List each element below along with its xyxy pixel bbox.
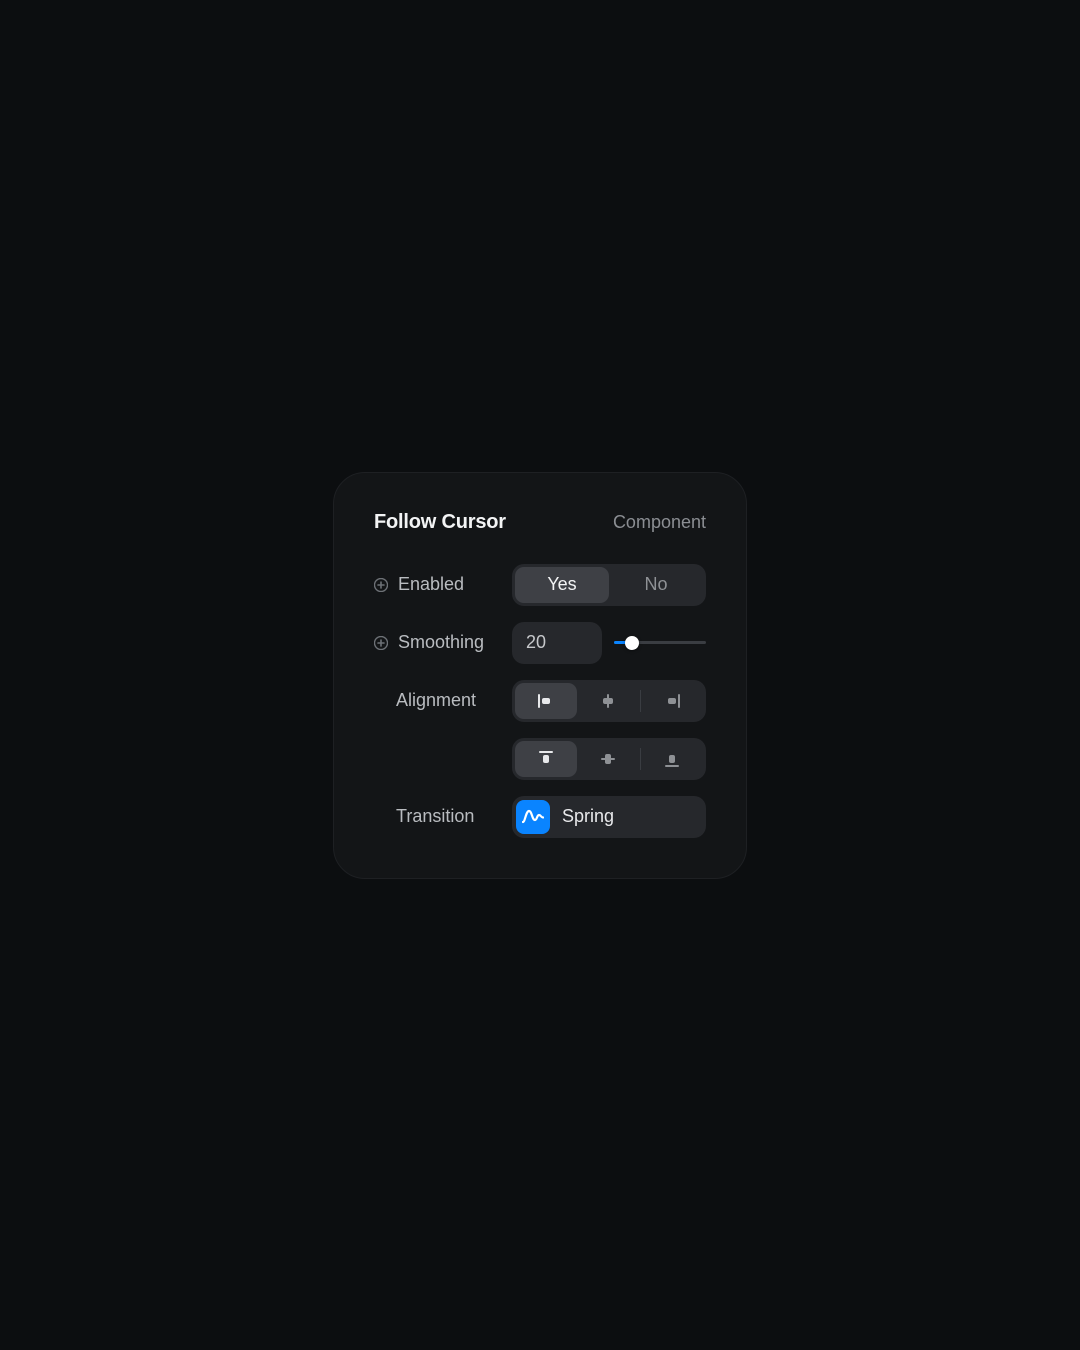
align-left-button[interactable]	[515, 683, 577, 719]
add-control-icon[interactable]	[374, 578, 388, 592]
enabled-segmented: Yes No	[512, 564, 706, 606]
align-top-button[interactable]	[515, 741, 577, 777]
add-control-icon[interactable]	[374, 636, 388, 650]
align-left-icon	[536, 693, 556, 709]
align-center-v-icon	[600, 749, 616, 769]
spring-curve-icon	[522, 809, 544, 825]
align-right-icon	[662, 693, 682, 709]
row-enabled: Enabled Yes No	[374, 564, 706, 606]
enabled-label-group: Enabled	[374, 574, 512, 595]
alignment-vertical-segmented	[512, 738, 706, 780]
panel-title: Follow Cursor	[374, 511, 506, 534]
transition-value: Spring	[562, 806, 614, 827]
align-bottom-icon	[664, 749, 680, 769]
transition-label-group: Transition	[374, 806, 512, 827]
align-top-icon	[538, 749, 554, 769]
slider-thumb[interactable]	[625, 636, 639, 650]
enabled-no-button[interactable]: No	[609, 567, 703, 603]
align-center-h-button[interactable]	[577, 683, 639, 719]
row-alignment-h: Alignment	[374, 680, 706, 722]
align-center-v-button[interactable]	[577, 741, 639, 777]
align-center-h-icon	[598, 693, 618, 709]
smoothing-label: Smoothing	[398, 632, 484, 653]
alignment-label-group: Alignment	[374, 690, 512, 711]
panel-header: Follow Cursor Component	[374, 511, 706, 534]
row-smoothing: Smoothing 20	[374, 622, 706, 664]
enabled-yes-button[interactable]: Yes	[515, 567, 609, 603]
row-alignment-v	[374, 738, 706, 780]
transition-select[interactable]: Spring	[512, 796, 706, 838]
smoothing-input[interactable]: 20	[512, 622, 602, 664]
align-bottom-button[interactable]	[641, 741, 703, 777]
alignment-horizontal-segmented	[512, 680, 706, 722]
smoothing-label-group: Smoothing	[374, 632, 512, 653]
properties-panel: Follow Cursor Component Enabled Yes No S…	[333, 472, 747, 879]
transition-label: Transition	[396, 806, 474, 827]
smoothing-slider[interactable]	[614, 636, 706, 650]
alignment-label: Alignment	[396, 690, 476, 711]
align-right-button[interactable]	[641, 683, 703, 719]
enabled-label: Enabled	[398, 574, 464, 595]
row-transition: Transition Spring	[374, 796, 706, 838]
panel-type-tag: Component	[613, 512, 706, 533]
spring-icon	[516, 800, 550, 834]
